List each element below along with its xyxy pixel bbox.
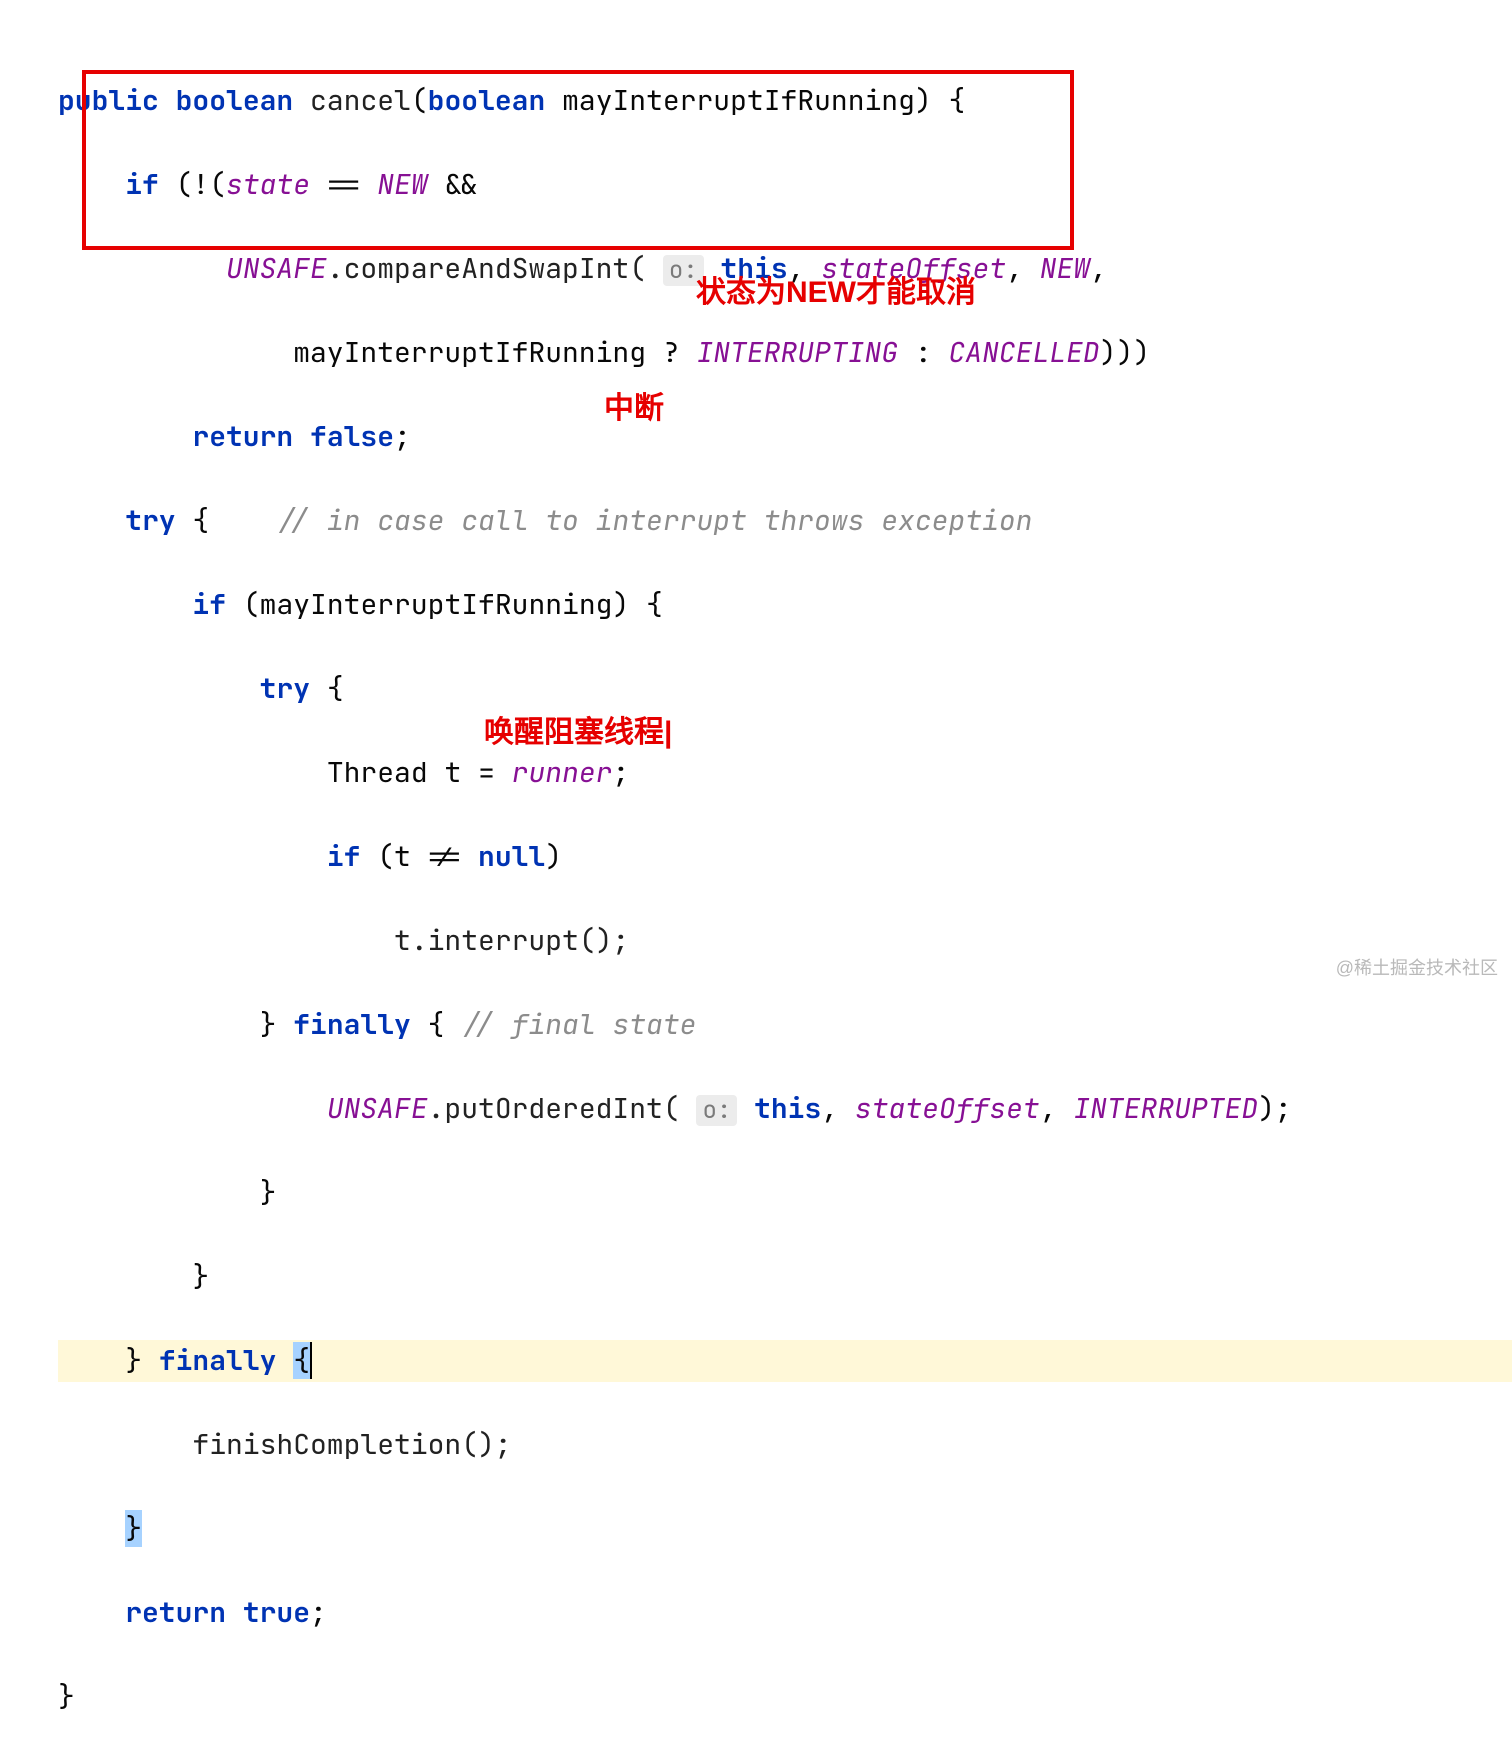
kw-try: try	[125, 502, 175, 539]
code-line: try {	[58, 668, 1512, 710]
comment: // final state	[461, 1006, 696, 1043]
code-line: public boolean cancel(boolean mayInterru…	[58, 80, 1512, 122]
kw-false: false	[310, 418, 394, 455]
const-new: NEW	[1040, 250, 1090, 287]
code-line: UNSAFE.putOrderedInt( o: this, stateOffs…	[58, 1088, 1512, 1130]
put-ordered-int: .putOrderedInt(	[428, 1090, 680, 1127]
annotation-wake: 唤醒阻塞线程|	[484, 710, 672, 755]
code-line: t.interrupt();	[58, 920, 1512, 962]
kw-finally: finally	[293, 1006, 411, 1043]
code-line: }	[58, 1676, 1512, 1718]
compare-and-swap: .compareAndSwapInt(	[327, 250, 646, 287]
code-line: }	[58, 1172, 1512, 1214]
state-offset: stateOffset	[855, 1090, 1040, 1127]
code-line: }	[58, 1256, 1512, 1298]
paren: ) {	[915, 82, 965, 119]
code-block: public boolean cancel(boolean mayInterru…	[0, 0, 1512, 1760]
unsafe: UNSAFE	[327, 1090, 428, 1127]
const-new: NEW	[377, 166, 427, 203]
arg: mayInterruptIfRunning	[260, 586, 613, 623]
param-name: mayInterruptIfRunning	[562, 82, 915, 119]
code-line: if (mayInterruptIfRunning) {	[58, 584, 1512, 626]
var-t: t	[444, 754, 461, 791]
watermark: @稀土掘金技术社区	[1336, 955, 1498, 982]
code-line: } finally { // final state	[58, 1004, 1512, 1046]
kw-if: if	[192, 586, 226, 623]
kw-this: this	[754, 1090, 821, 1127]
kw-return: return	[125, 1594, 226, 1631]
kw-if: if	[125, 166, 159, 203]
code-line: mayInterruptIfRunning ? INTERRUPTING : C…	[58, 332, 1512, 374]
kw-true: true	[243, 1594, 310, 1631]
code-line: }	[58, 1508, 1512, 1550]
unsafe: UNSAFE	[226, 250, 327, 287]
interrupt-call: t.interrupt();	[394, 922, 629, 959]
field-state: state	[226, 166, 310, 203]
kw-null: null	[478, 838, 545, 875]
kw-finally: finally	[159, 1342, 277, 1379]
arg: mayInterruptIfRunning	[293, 334, 646, 371]
code-line: if (!(state == NEW &&	[58, 164, 1512, 206]
code-line: if (t != null)	[58, 836, 1512, 878]
selection: {	[293, 1342, 310, 1379]
type-thread: Thread	[327, 754, 428, 791]
const-interrupted: INTERRUPTED	[1073, 1090, 1258, 1127]
field-runner: runner	[512, 754, 613, 791]
code-line: Thread t = runner;	[58, 752, 1512, 794]
kw-return: return	[192, 418, 293, 455]
param-hint-o: o:	[696, 1095, 737, 1126]
const-cancelled: CANCELLED	[948, 334, 1099, 371]
kw-public: public	[58, 82, 159, 119]
code-line: finishCompletion();	[58, 1424, 1512, 1466]
annotation-new-state: 状态为NEW才能取消	[696, 270, 976, 315]
kw-try: try	[260, 670, 310, 707]
code-line: try { // in case call to interrupt throw…	[58, 500, 1512, 542]
text-caret	[310, 1342, 312, 1379]
kw-boolean: boolean	[428, 82, 546, 119]
paren: (	[411, 82, 428, 119]
annotation-interrupt: 中断	[604, 386, 664, 431]
code-line: return false;	[58, 416, 1512, 458]
method-name: cancel	[310, 82, 411, 119]
code-line-highlighted: } finally {	[58, 1340, 1512, 1382]
selection: }	[125, 1510, 142, 1547]
comment: // in case call to interrupt throws exce…	[276, 502, 1032, 539]
kw-if: if	[327, 838, 361, 875]
finish-completion: finishCompletion();	[192, 1426, 511, 1463]
code-line: return true;	[58, 1592, 1512, 1634]
kw-boolean: boolean	[176, 82, 294, 119]
const-interrupting: INTERRUPTING	[696, 334, 898, 371]
